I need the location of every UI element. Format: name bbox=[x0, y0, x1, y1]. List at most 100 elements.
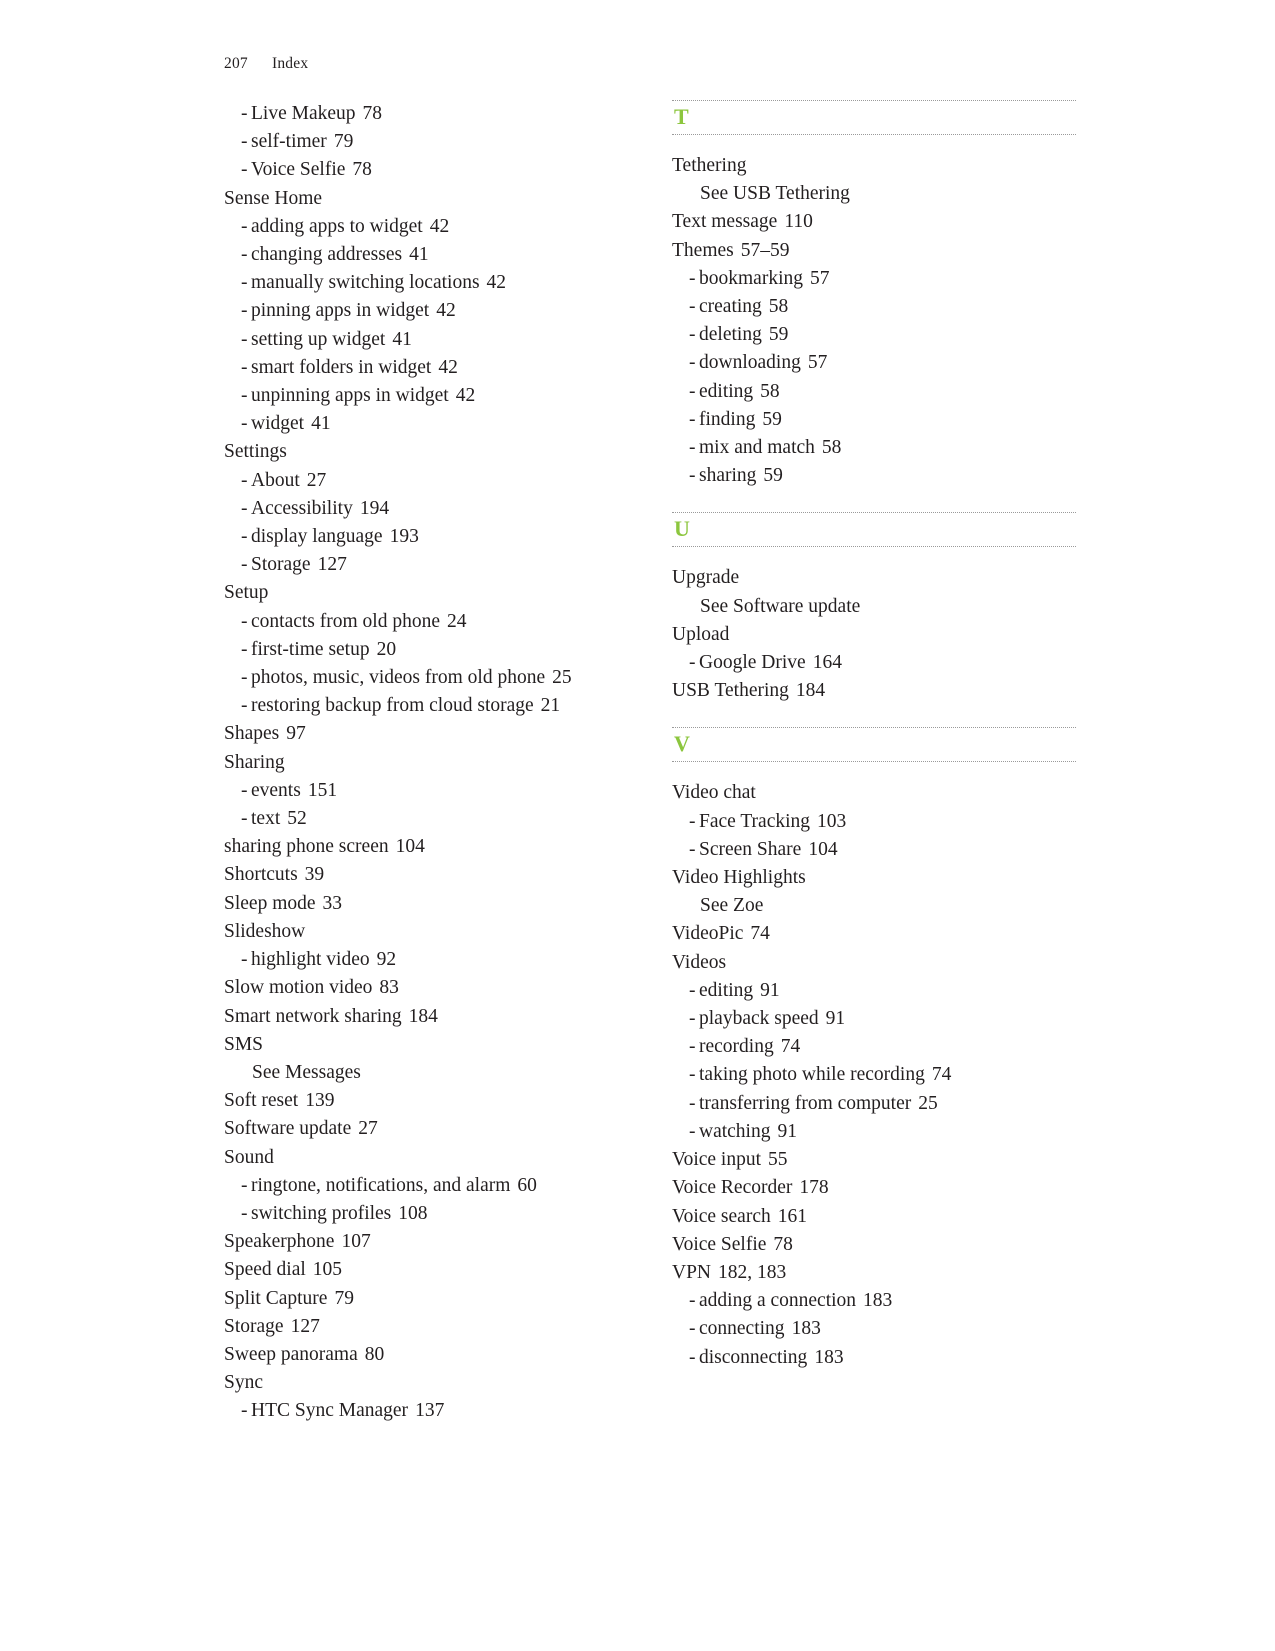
entry-text: playback speed bbox=[699, 1008, 819, 1030]
index-crossreference: See Messages bbox=[224, 1059, 628, 1087]
entry-page-number: 110 bbox=[784, 211, 813, 233]
entry-dash: - bbox=[689, 1008, 696, 1030]
entry-page-number: 184 bbox=[408, 1005, 438, 1027]
index-entry: SMS bbox=[224, 1031, 628, 1059]
index-subentry: - Storage 127 bbox=[224, 551, 628, 579]
entry-text: taking photo while recording bbox=[699, 1064, 925, 1086]
index-entry: Video Highlights bbox=[672, 864, 1076, 892]
index-subentry: - finding 59 bbox=[672, 406, 1076, 434]
entry-text: highlight video bbox=[251, 949, 370, 971]
page-number: 207 bbox=[224, 55, 248, 72]
entry-page-number: 60 bbox=[517, 1174, 537, 1196]
entry-page-number: 27 bbox=[306, 469, 327, 491]
entry-page-number: 194 bbox=[359, 497, 390, 519]
index-subentry: - highlight video 92 bbox=[224, 946, 628, 974]
entry-dash: - bbox=[689, 1064, 696, 1086]
index-entry: Soft reset 139 bbox=[224, 1087, 628, 1115]
header-label: Index bbox=[272, 55, 309, 72]
index-subentry: - taking photo while recording 74 bbox=[672, 1061, 1076, 1089]
entry-dash: - bbox=[241, 356, 248, 378]
entry-page-number: 24 bbox=[447, 610, 467, 632]
index-crossreference: See Software update bbox=[672, 593, 1076, 621]
entry-page-number: 108 bbox=[398, 1202, 428, 1224]
entry-text: adding a connection bbox=[699, 1290, 857, 1312]
index-subentry: - Accessibility 194 bbox=[224, 495, 628, 523]
entry-text: restoring backup from cloud storage bbox=[251, 695, 534, 717]
entry-page-number: 80 bbox=[364, 1343, 385, 1365]
index-subentry: - contacts from old phone 24 bbox=[224, 608, 628, 636]
entry-text: bookmarking bbox=[699, 267, 803, 289]
index-subentry: - text 52 bbox=[224, 805, 628, 833]
entry-text: Videos bbox=[672, 951, 727, 973]
entry-page-number: 59 bbox=[763, 465, 783, 487]
entry-dash: - bbox=[689, 810, 696, 832]
section-letter: U bbox=[674, 516, 691, 542]
left-column: - Live Makeup 78- self-timer 79- Voice Selfie… bbox=[224, 100, 628, 1426]
entry-text: Speakerphone bbox=[224, 1231, 335, 1253]
index-subentry: - downloading 57 bbox=[672, 349, 1076, 377]
entry-text: Sound bbox=[224, 1146, 274, 1168]
index-subentry: - pinning apps in widget 42 bbox=[224, 297, 628, 325]
index-subentry: - Screen Share 104 bbox=[672, 836, 1076, 864]
index-subentry: - unpinning apps in widget 42 bbox=[224, 382, 628, 410]
entry-page-number: 178 bbox=[799, 1177, 829, 1199]
entry-text: Software update bbox=[224, 1118, 352, 1140]
entry-dash: - bbox=[241, 667, 248, 689]
entry-text: Sense Home bbox=[224, 187, 323, 209]
entry-text: editing bbox=[699, 380, 754, 402]
index-subentry: - creating 58 bbox=[672, 293, 1076, 321]
index-subentry: - manually switching locations 42 bbox=[224, 269, 628, 297]
entry-dash: - bbox=[241, 1400, 248, 1422]
entry-dash: - bbox=[241, 103, 248, 124]
index-entry: Voice Selfie 78 bbox=[672, 1231, 1076, 1259]
index-entry: Sync bbox=[224, 1369, 628, 1397]
entry-text: Sleep mode bbox=[224, 892, 316, 914]
entry-text: recording bbox=[699, 1036, 774, 1058]
entry-dash: - bbox=[241, 808, 248, 830]
section-letter: T bbox=[674, 104, 690, 129]
entry-dash: - bbox=[241, 413, 248, 435]
entry-page-number: 21 bbox=[540, 695, 561, 717]
entry-text: Text message bbox=[672, 211, 778, 233]
entry-text: Voice Recorder bbox=[672, 1177, 793, 1199]
entry-text: Speed dial bbox=[224, 1259, 306, 1281]
entry-dash: - bbox=[241, 385, 248, 407]
index-entry: Tethering bbox=[672, 152, 1076, 180]
entry-text: deleting bbox=[699, 324, 762, 346]
entry-page-number: 184 bbox=[795, 680, 826, 702]
entry-text: Video Highlights bbox=[672, 867, 806, 889]
entry-text: creating bbox=[699, 296, 762, 318]
entry-page-number: 42 bbox=[455, 385, 476, 407]
index-subentry: - changing addresses 41 bbox=[224, 241, 628, 269]
entry-page-number: 39 bbox=[304, 864, 325, 886]
entry-page-number: 25 bbox=[918, 1092, 938, 1114]
entry-text: display language bbox=[251, 526, 383, 548]
entry-dash: - bbox=[241, 328, 248, 350]
entry-page-number: 52 bbox=[287, 808, 307, 830]
entry-dash: - bbox=[689, 437, 696, 459]
index-subentry: - first-time setup 20 bbox=[224, 636, 628, 664]
entry-text: downloading bbox=[699, 352, 801, 374]
index-entry: Voice search 161 bbox=[672, 1203, 1076, 1231]
entry-text: connecting bbox=[699, 1318, 785, 1340]
entry-text: Smart network sharing bbox=[224, 1005, 402, 1027]
entry-text: Tethering bbox=[672, 155, 747, 176]
index-subentry: - events 151 bbox=[224, 777, 628, 805]
entry-dash: - bbox=[241, 554, 248, 576]
index-subentry: - Face Tracking 103 bbox=[672, 808, 1076, 836]
entry-text: Setup bbox=[224, 582, 269, 604]
entry-dash: - bbox=[689, 380, 696, 402]
entry-text: Shapes bbox=[224, 723, 280, 745]
entry-dash: - bbox=[689, 408, 696, 430]
index-entry: sharing phone screen 104 bbox=[224, 833, 628, 861]
index-entry: Setup bbox=[224, 579, 628, 607]
index-subentry: - self-timer 79 bbox=[224, 128, 628, 156]
entry-page-number: 59 bbox=[762, 408, 782, 430]
entry-text: events bbox=[251, 779, 301, 801]
entry-text: Upgrade bbox=[672, 567, 740, 589]
entry-page-number: 74 bbox=[931, 1064, 952, 1086]
entry-dash: - bbox=[689, 979, 696, 1001]
entry-text: Sync bbox=[224, 1372, 263, 1394]
index-columns: - Live Makeup 78- self-timer 79- Voice Selfie… bbox=[224, 100, 1076, 1426]
